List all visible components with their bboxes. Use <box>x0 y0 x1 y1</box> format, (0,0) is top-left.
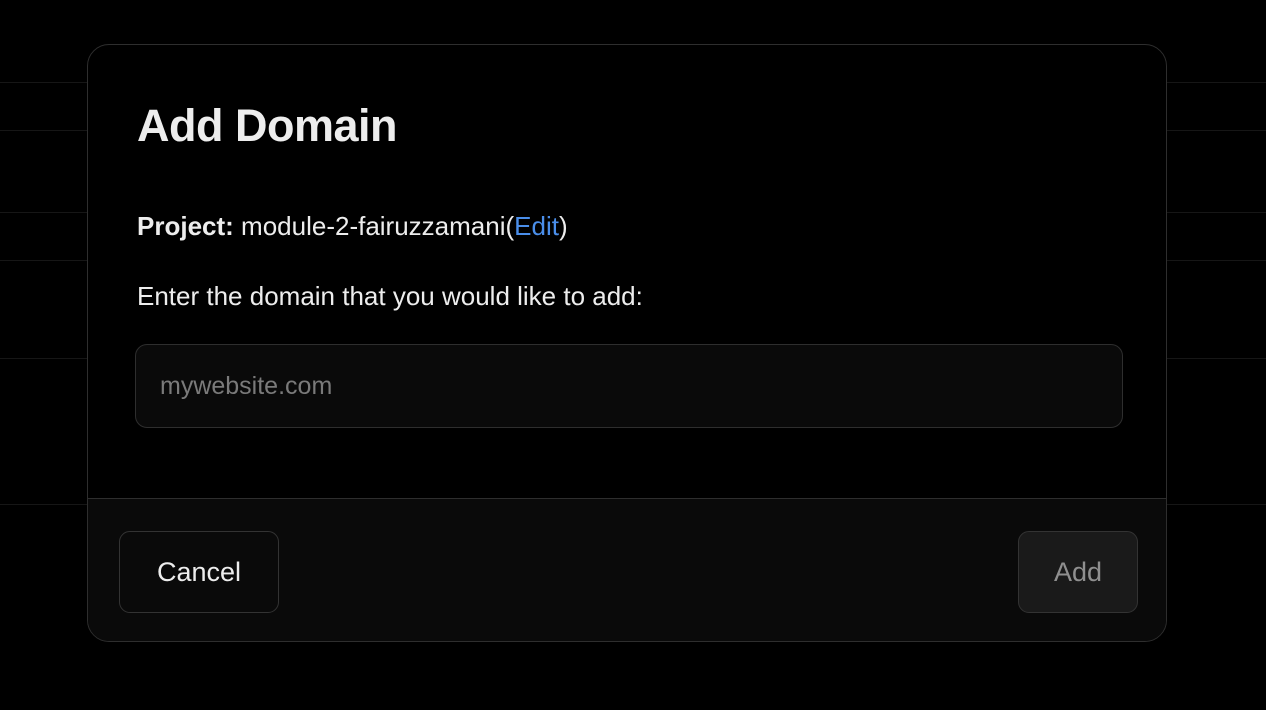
project-label: Project: <box>137 211 234 241</box>
dialog-footer: Cancel Add <box>88 498 1166 641</box>
add-domain-dialog: Add Domain Project: module-2-fairuzzaman… <box>87 44 1167 642</box>
add-button[interactable]: Add <box>1018 531 1138 613</box>
dialog-body: Add Domain Project: module-2-fairuzzaman… <box>88 45 1166 498</box>
project-name: module-2-fairuzzamani <box>241 211 506 241</box>
dialog-title: Add Domain <box>137 100 398 151</box>
edit-project-link[interactable]: Edit <box>514 211 559 241</box>
domain-input[interactable] <box>135 344 1123 428</box>
project-info: Project: module-2-fairuzzamani(Edit) <box>137 209 568 243</box>
edit-paren-close: ) <box>558 211 568 241</box>
edit-paren-open: ( <box>505 211 515 241</box>
cancel-button[interactable]: Cancel <box>119 531 279 613</box>
domain-instruction: Enter the domain that you would like to … <box>137 281 643 311</box>
